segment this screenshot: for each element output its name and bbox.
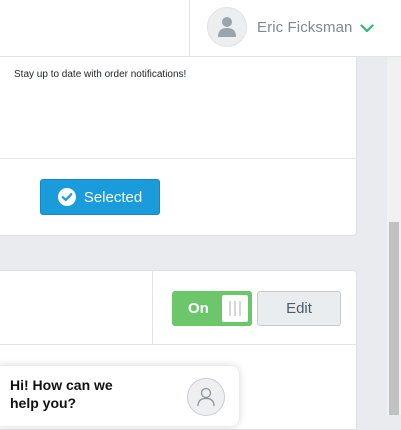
user-name[interactable]: Eric Ficksman xyxy=(257,19,352,36)
toggle-knob[interactable] xyxy=(222,295,248,322)
notification-card: Stay up to date with order notifications… xyxy=(0,57,357,236)
card-divider xyxy=(0,344,356,345)
notification-message: Stay up to date with order notifications… xyxy=(14,69,187,80)
edit-button[interactable]: Edit xyxy=(257,291,341,326)
header-divider xyxy=(189,0,190,56)
card-divider xyxy=(0,158,356,159)
top-header: Eric Ficksman xyxy=(0,0,401,57)
selected-button-label: Selected xyxy=(83,188,143,206)
chat-greeting: Hi! How can we help you? xyxy=(10,377,113,411)
selected-button[interactable]: Selected xyxy=(40,179,160,215)
check-circle-icon xyxy=(57,188,76,206)
on-off-toggle[interactable]: On xyxy=(172,291,252,326)
toggle-label: On xyxy=(188,300,209,317)
user-avatar[interactable] xyxy=(207,7,247,47)
person-outline-icon xyxy=(197,387,215,407)
chat-agent-avatar[interactable] xyxy=(187,378,225,416)
scrollbar-track[interactable] xyxy=(387,57,401,415)
card-vertical-divider xyxy=(152,271,153,344)
user-menu[interactable]: Eric Ficksman xyxy=(207,7,375,47)
scrollbar-thumb[interactable] xyxy=(389,222,399,415)
user-silhouette-icon xyxy=(218,17,236,37)
chevron-down-icon[interactable] xyxy=(360,23,375,33)
